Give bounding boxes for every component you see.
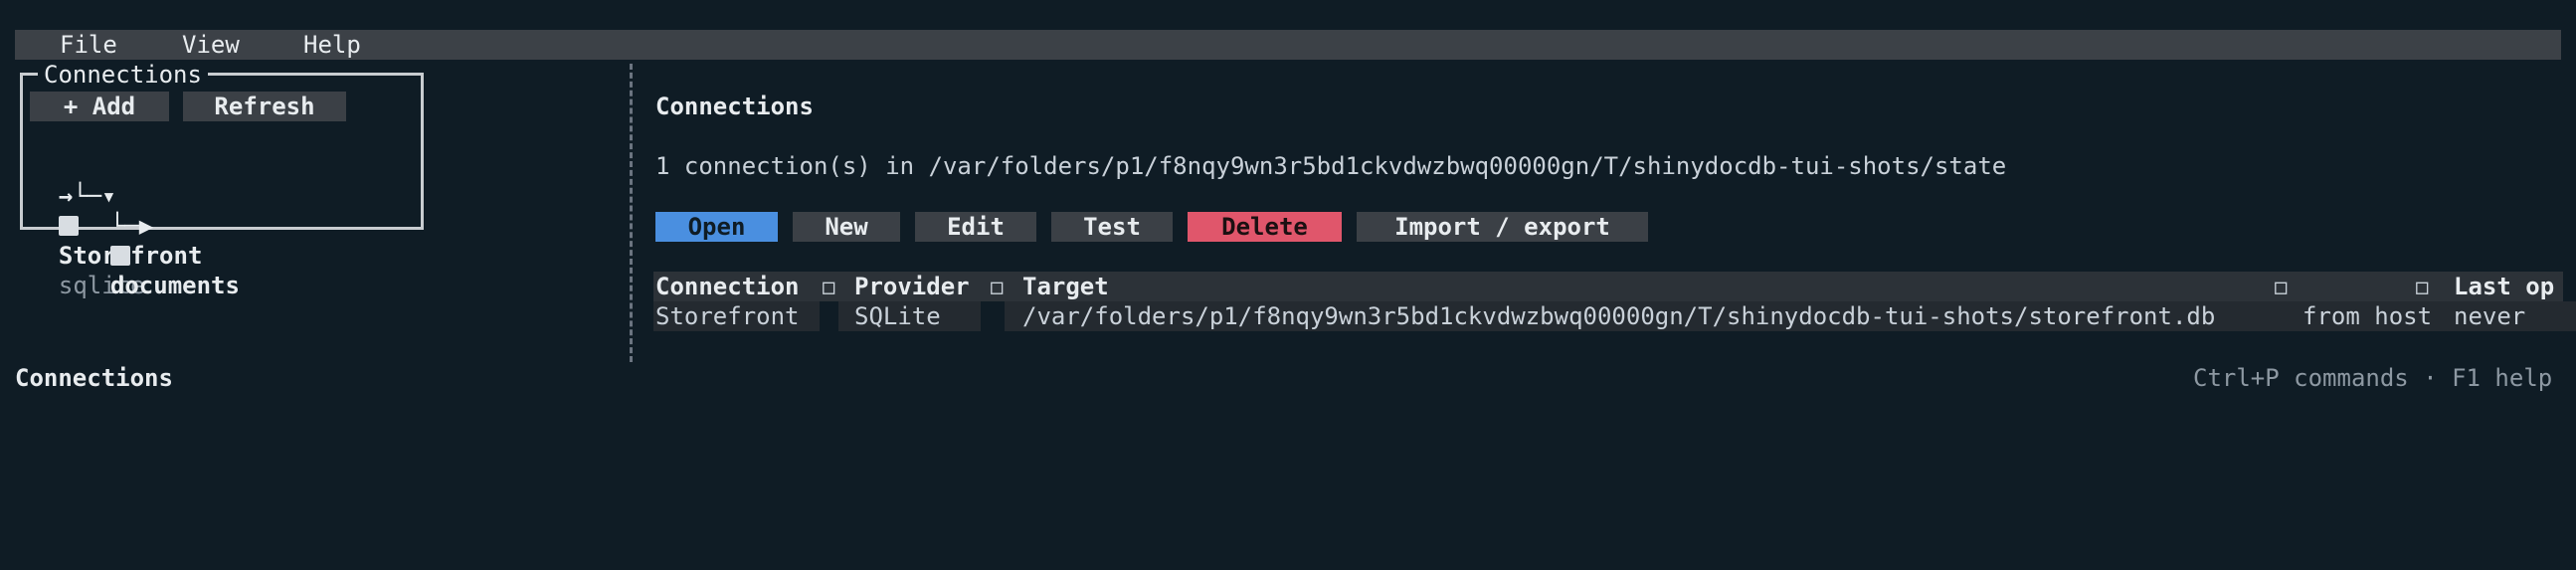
status-left: Connections	[15, 364, 173, 392]
cell-mode: from host	[2302, 302, 2433, 330]
tree-branch-icon: └─▶	[109, 212, 154, 240]
panel-divider[interactable]	[630, 64, 633, 362]
open-button[interactable]: Open	[655, 212, 778, 242]
sort-icon[interactable]: ◻	[822, 272, 835, 301]
column-header-last-op[interactable]: Last op	[2454, 272, 2554, 301]
column-header-provider[interactable]: Provider	[854, 272, 970, 301]
new-button[interactable]: New	[793, 212, 900, 242]
sort-icon[interactable]: ◻	[2274, 272, 2288, 301]
connection-summary: 1 connection(s) in /var/folders/p1/f8nqy…	[655, 152, 2007, 180]
panel-title: Connections	[38, 60, 208, 90]
status-right: Ctrl+P commands · F1 help	[2193, 364, 2553, 392]
sort-icon[interactable]: ◻	[2415, 272, 2429, 301]
tree-node-label: documents	[109, 272, 240, 299]
cell-connection: Storefront	[655, 302, 800, 330]
test-button[interactable]: Test	[1051, 212, 1173, 242]
database-icon	[58, 216, 79, 236]
cell-provider: SQLite	[854, 302, 941, 330]
page-title: Connections	[655, 93, 814, 120]
collection-icon	[109, 246, 130, 266]
add-connection-button[interactable]: + Add	[30, 92, 169, 121]
cell-target: /var/folders/p1/f8nqy9wn3r5bd1ckvdwzbwq0…	[1022, 302, 2216, 330]
refresh-button[interactable]: Refresh	[183, 92, 346, 121]
cell-last-op: never	[2454, 302, 2526, 330]
menu-bar	[15, 30, 2561, 60]
table-row[interactable]: Storefront SQLite /var/folders/p1/f8nqy9…	[653, 301, 2576, 331]
menu-view[interactable]: View	[182, 30, 240, 60]
sort-icon[interactable]: ◻	[990, 272, 1004, 301]
column-header-target[interactable]: Target	[1022, 272, 1109, 301]
column-header-connection[interactable]: Connection	[655, 272, 800, 301]
tree-node-documents[interactable]: └─▶ documents	[82, 181, 240, 300]
delete-button[interactable]: Delete	[1188, 212, 1342, 242]
menu-help[interactable]: Help	[303, 30, 361, 60]
menu-file[interactable]: File	[60, 30, 117, 60]
edit-button[interactable]: Edit	[915, 212, 1036, 242]
import-export-button[interactable]: Import / export	[1357, 212, 1648, 242]
